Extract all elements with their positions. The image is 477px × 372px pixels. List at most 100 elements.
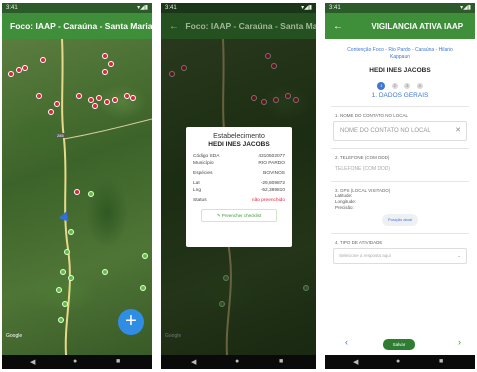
map-marker-done xyxy=(219,301,225,307)
map-marker[interactable] xyxy=(22,65,28,71)
app-bar: ← VIGILANCIA ATIVA IAAP xyxy=(325,13,475,39)
activity-type-placeholder: Selecione a resposta aqui xyxy=(339,253,391,258)
map-marker[interactable] xyxy=(130,95,136,101)
map-marker-done[interactable] xyxy=(68,275,74,281)
step-4[interactable]: 4 xyxy=(416,82,423,89)
map-marker[interactable] xyxy=(54,101,60,107)
map-marker-done[interactable] xyxy=(62,301,68,307)
app-title: Foco: IAAP - Caraúna - Santa Maria xyxy=(10,21,152,31)
app-title: Foco: IAAP - Caraúna - Santa Maria xyxy=(185,21,316,31)
road xyxy=(61,39,152,355)
info-row: Lng -52,389810 xyxy=(193,187,285,194)
save-button[interactable]: Salvar xyxy=(383,339,415,350)
current-position-button[interactable]: Posição atual xyxy=(382,214,418,226)
contact-name-input[interactable]: NOME DO CONTATO NO LOCAL ✕ xyxy=(333,121,467,141)
map-marker-done[interactable] xyxy=(58,317,64,323)
map-marker[interactable] xyxy=(40,57,46,63)
step-1[interactable]: 1 xyxy=(377,81,386,90)
map-marker[interactable] xyxy=(104,99,110,105)
divider xyxy=(331,148,469,149)
fill-checklist-button[interactable]: ✎ Preencher checklist xyxy=(201,209,277,222)
owner-name: HEDI INES JACOBS xyxy=(369,67,431,74)
divider xyxy=(331,181,469,182)
previous-step-button[interactable]: ‹ xyxy=(345,337,348,347)
satellite-map[interactable]: 285 Google + xyxy=(2,39,152,355)
nav-recent-icon[interactable]: ■ xyxy=(439,358,443,365)
map-marker[interactable] xyxy=(102,53,108,59)
map-screen: 3:41 ▾◢▮ Foco: IAAP - Caraúna - Santa Ma… xyxy=(2,3,152,369)
back-arrow-icon[interactable]: ← xyxy=(169,14,183,39)
next-step-button[interactable]: › xyxy=(458,337,461,347)
info-label: Espécies xyxy=(193,171,213,176)
map-marker[interactable] xyxy=(88,97,94,103)
map-marker-done[interactable] xyxy=(142,253,148,259)
section-title: 1. DADOS GERAIS xyxy=(371,92,429,99)
map-marker-done[interactable] xyxy=(68,229,74,235)
phone-label: 2. TELEFONE (COM DDD) xyxy=(335,155,390,160)
info-row: Status não preenchido xyxy=(193,197,285,204)
map-marker xyxy=(169,71,175,77)
map-marker xyxy=(271,63,277,69)
add-fab-button[interactable]: + xyxy=(118,309,144,335)
info-value: RIO PARDO xyxy=(258,161,285,166)
map-marker-done[interactable] xyxy=(56,287,62,293)
map-marker[interactable] xyxy=(112,97,118,103)
map-marker[interactable] xyxy=(8,71,14,77)
map-marker[interactable] xyxy=(92,103,98,109)
info-row: Município RIO PARDO xyxy=(193,160,285,167)
nav-home-icon[interactable]: ● xyxy=(73,358,77,365)
status-bar: 3:41 ▾◢▮ xyxy=(325,3,475,13)
nav-home-icon[interactable]: ● xyxy=(396,358,400,365)
nav-recent-icon[interactable]: ■ xyxy=(279,358,283,365)
status-icons: ▾◢▮ xyxy=(460,5,471,11)
info-label: Lat xyxy=(193,181,200,186)
map-marker-done[interactable] xyxy=(88,191,94,197)
back-arrow-icon[interactable]: ← xyxy=(333,14,347,39)
status-bar: 3:41 ▾◢▮ xyxy=(2,3,152,13)
step-3[interactable]: 3 xyxy=(404,82,411,89)
info-value: BOVINOS xyxy=(263,171,285,176)
map-marker-done[interactable] xyxy=(102,269,108,275)
fill-checklist-label: Preencher checklist xyxy=(221,213,262,218)
app-bar: ← Foco: IAAP - Caraúna - Santa Maria xyxy=(161,13,316,39)
map-marker-done[interactable] xyxy=(60,269,66,275)
divider xyxy=(331,106,469,107)
map-marker xyxy=(261,99,267,105)
map-marker xyxy=(285,93,291,99)
phone-input[interactable]: TELEFONE (COM DDD) xyxy=(335,166,465,174)
map-marker[interactable] xyxy=(74,189,80,195)
info-label: Lng xyxy=(193,188,202,193)
map-marker[interactable] xyxy=(36,93,42,99)
divider xyxy=(331,233,469,234)
activity-type-select[interactable]: Selecione a resposta aqui ⌄ xyxy=(333,248,467,264)
google-logo: Google xyxy=(165,333,182,339)
step-2[interactable]: 2 xyxy=(391,82,398,89)
map-marker-done[interactable] xyxy=(140,285,146,291)
nav-back-icon[interactable]: ◀ xyxy=(30,358,35,366)
clear-icon[interactable]: ✕ xyxy=(455,122,461,140)
context-title: Contenção Foco - Rio Pardo - Caraúna - H… xyxy=(347,47,453,60)
map-marker xyxy=(181,65,187,71)
map-marker[interactable] xyxy=(76,93,82,99)
map-marker-done xyxy=(303,285,309,291)
activity-type-label: 4. TIPO DE ATIVIDADE xyxy=(335,240,383,245)
map-marker-done[interactable] xyxy=(64,249,70,255)
nav-back-icon[interactable]: ◀ xyxy=(191,358,196,366)
status-value: não preenchido xyxy=(251,198,285,203)
map-marker[interactable] xyxy=(96,95,102,101)
contact-name-label: 1. NOME DO CONTATO NO LOCAL xyxy=(335,113,409,118)
status-icons: ▾◢▮ xyxy=(301,5,312,11)
dialog-title: Estabelecimento xyxy=(213,133,265,140)
nav-back-icon[interactable]: ◀ xyxy=(353,358,358,366)
map-marker[interactable] xyxy=(102,69,108,75)
map-marker[interactable] xyxy=(48,109,54,115)
nav-home-icon[interactable]: ● xyxy=(235,358,239,365)
status-bar: 3:41 ▾◢▮ xyxy=(161,3,316,13)
contact-name-placeholder: NOME DO CONTATO NO LOCAL xyxy=(340,128,431,134)
nav-recent-icon[interactable]: ■ xyxy=(116,358,120,365)
map-marker[interactable] xyxy=(108,61,114,67)
info-label: Código SDA xyxy=(193,154,220,159)
info-label: Status xyxy=(193,198,207,203)
step-indicator: 1 2 3 4 xyxy=(325,77,475,90)
info-value: 4310502077 xyxy=(258,154,285,159)
